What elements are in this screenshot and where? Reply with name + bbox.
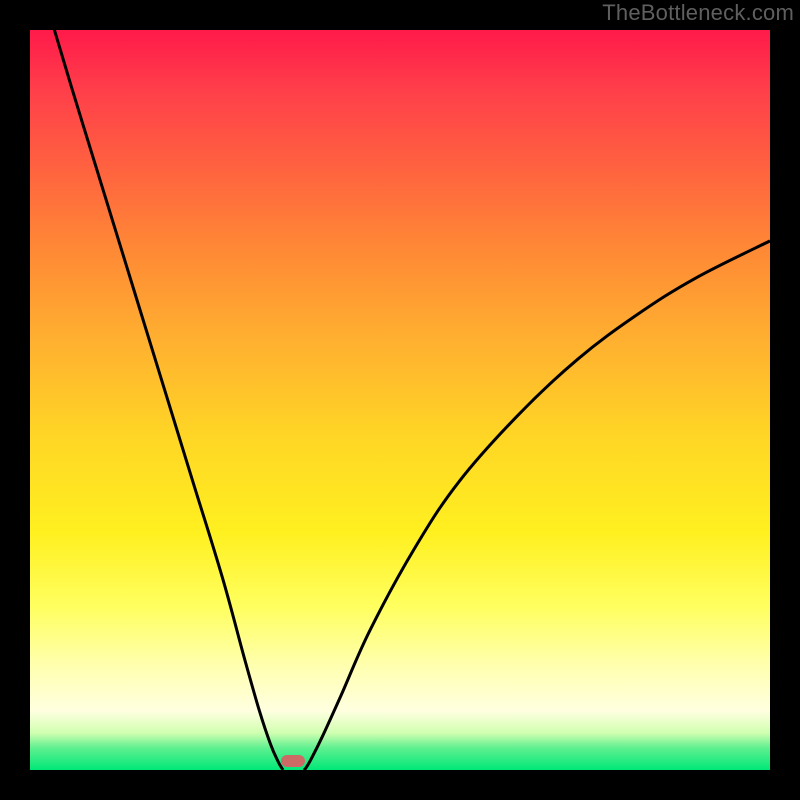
- curve-svg: [30, 30, 770, 770]
- curve-right-branch: [304, 241, 770, 770]
- plot-area: [30, 30, 770, 770]
- curve-left-branch: [50, 30, 283, 770]
- watermark-text: TheBottleneck.com: [602, 0, 794, 26]
- bottleneck-marker: [281, 755, 305, 767]
